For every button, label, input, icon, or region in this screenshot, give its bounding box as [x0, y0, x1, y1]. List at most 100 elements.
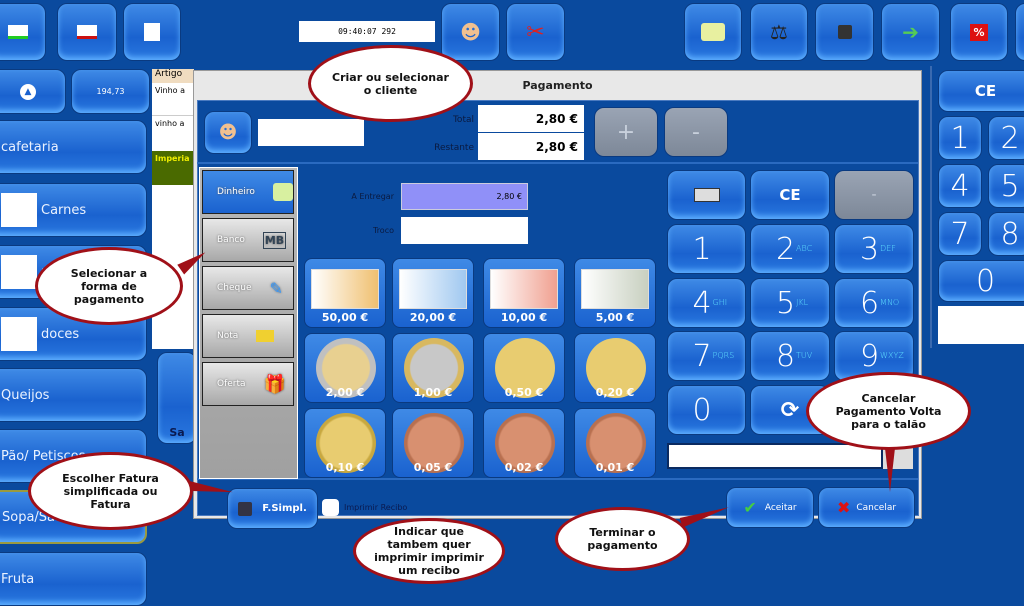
client-field[interactable] — [258, 119, 364, 146]
key-5[interactable]: 5 JKL — [750, 278, 830, 328]
keyboard-button[interactable] — [667, 170, 746, 220]
key-digit: 6 — [859, 285, 880, 321]
invoice-type-button[interactable]: F.Simpl. — [227, 488, 318, 529]
scale-icon: ⚖ — [770, 20, 788, 44]
keypad-minus-button[interactable]: - — [834, 170, 914, 220]
key-1[interactable]: 1 — [667, 224, 746, 274]
right-key-7[interactable]: 7 — [938, 212, 982, 256]
right-key-1[interactable]: 1 — [938, 116, 982, 160]
arrow-up-icon: ▲ — [20, 83, 36, 100]
coin-button[interactable]: 0,02 € — [483, 408, 565, 478]
coin-label: 2,00 € — [325, 386, 365, 399]
key-0[interactable]: 0 — [667, 385, 746, 435]
key-digit: 4 — [692, 285, 712, 321]
split-button[interactable]: ✂ — [506, 3, 565, 61]
payment-method-oferta[interactable]: Oferta 🎁 — [202, 362, 294, 406]
coin-button[interactable]: 0,05 € — [392, 408, 474, 478]
key-2[interactable]: 2 ABC — [750, 224, 830, 274]
key-3[interactable]: 3 DEF — [834, 224, 914, 274]
banknote-label: 5,00 € — [595, 311, 635, 324]
plus-button[interactable]: + — [594, 107, 658, 157]
category-image-icon — [1, 255, 37, 289]
cheque-icon: ✎ — [269, 278, 283, 298]
coin-button[interactable]: 0,20 € — [574, 333, 656, 403]
discount-button[interactable]: % — [950, 3, 1008, 61]
banknote-button[interactable]: 50,00 € — [304, 258, 386, 328]
remaining-value: 2,80 € — [478, 133, 584, 160]
category-label: cafetaria — [1, 139, 59, 155]
coin-button[interactable]: 2,00 € — [304, 333, 386, 403]
category-image-icon — [1, 193, 37, 227]
product-tile[interactable]: Sa — [157, 352, 197, 444]
payment-method-cheque[interactable]: Cheque ✎ — [202, 266, 294, 310]
ce-button[interactable]: CE — [750, 170, 830, 220]
category-button[interactable]: Queijos — [0, 368, 147, 422]
coin-button[interactable]: 1,00 € — [392, 333, 474, 403]
cancel-button[interactable]: ✖ Cancelar — [818, 487, 915, 528]
banknote-button[interactable]: 10,00 € — [483, 258, 565, 328]
category-button[interactable]: Carnes — [0, 183, 147, 237]
coin-button[interactable]: 0,10 € — [304, 408, 386, 478]
refresh-icon: ⟳ — [780, 397, 800, 423]
right-input[interactable] — [938, 306, 1024, 344]
coin-label: 0,50 € — [504, 386, 544, 399]
document-list-icon — [144, 23, 160, 41]
key-digit: 1 — [692, 231, 712, 267]
minus-button[interactable]: - — [664, 107, 728, 157]
key-6[interactable]: 6 MNO — [834, 278, 914, 328]
ticket-row[interactable]: vinho a — [152, 116, 194, 151]
note-icon — [256, 330, 275, 342]
category-button[interactable]: Fruta — [0, 552, 147, 606]
right-key-8[interactable]: 8 — [988, 212, 1024, 256]
money-button[interactable] — [684, 3, 742, 61]
right-key-2[interactable]: 2 — [988, 116, 1024, 160]
new-document-button[interactable] — [0, 3, 46, 61]
ticket-row[interactable]: Imperia — [152, 151, 194, 185]
key-letters: TUV — [796, 351, 813, 360]
print-receipt-checkbox[interactable] — [322, 499, 339, 516]
client-button[interactable]: ☻ — [441, 3, 500, 61]
right-key-0[interactable]: 0 — [938, 260, 1024, 302]
key-digit: 0 — [692, 392, 712, 428]
category-button[interactable]: cafetaria — [0, 120, 147, 174]
banknote-button[interactable]: 20,00 € — [392, 258, 474, 328]
document-list-button[interactable] — [123, 3, 181, 61]
key-digit: 5 — [775, 285, 796, 321]
coin-button[interactable]: 0,50 € — [483, 333, 565, 403]
banknote-button[interactable]: 5,00 € — [574, 258, 656, 328]
transfer-button[interactable]: ➔ — [881, 3, 940, 61]
key-8[interactable]: 8 TUV — [750, 331, 830, 381]
deliver-field[interactable]: 2,80 € — [401, 183, 528, 210]
category-label: doces — [41, 326, 80, 342]
payment-method-banco[interactable]: Banco MB — [202, 218, 294, 262]
ticket-row[interactable]: Vinho a — [152, 83, 194, 116]
remove-document-button[interactable] — [57, 3, 117, 61]
right-key-5[interactable]: 5 — [988, 164, 1024, 208]
right-key-4[interactable]: 4 — [938, 164, 982, 208]
key-digit: 9 — [859, 338, 880, 374]
payment-method-label: Oferta — [217, 379, 246, 389]
key-letters: GHI — [712, 298, 728, 307]
user-icon: ☻ — [460, 20, 481, 44]
right-ce-button[interactable]: CE — [938, 70, 1024, 112]
key-4[interactable]: 4 GHI — [667, 278, 746, 328]
keypad-input[interactable] — [667, 443, 883, 469]
payment-method-nota[interactable]: Nota — [202, 314, 294, 358]
callout-invoice-type: Escolher Fatura simplificada ou Fatura — [28, 452, 193, 530]
key-digit: 7 — [692, 338, 712, 374]
key-7[interactable]: 7 PQRS — [667, 331, 746, 381]
change-field — [401, 217, 528, 244]
printer-button[interactable] — [815, 3, 874, 61]
coin-button[interactable]: 0,01 € — [574, 408, 656, 478]
key-digit: 8 — [775, 338, 796, 374]
more-button[interactable] — [1015, 3, 1024, 61]
scroll-up-button[interactable]: ▲ — [0, 69, 66, 114]
scale-button[interactable]: ⚖ — [750, 3, 808, 61]
payment-method-dinheiro[interactable]: Dinheiro — [202, 170, 294, 214]
transfer-arrow-icon: ➔ — [902, 20, 919, 44]
printer-icon — [238, 501, 253, 516]
scissors-icon: ✂ — [526, 19, 545, 45]
coin-label: 1,00 € — [413, 386, 453, 399]
accept-button[interactable]: ✔ Aceitar — [726, 487, 814, 528]
select-client-button[interactable]: ☻ — [204, 111, 252, 154]
